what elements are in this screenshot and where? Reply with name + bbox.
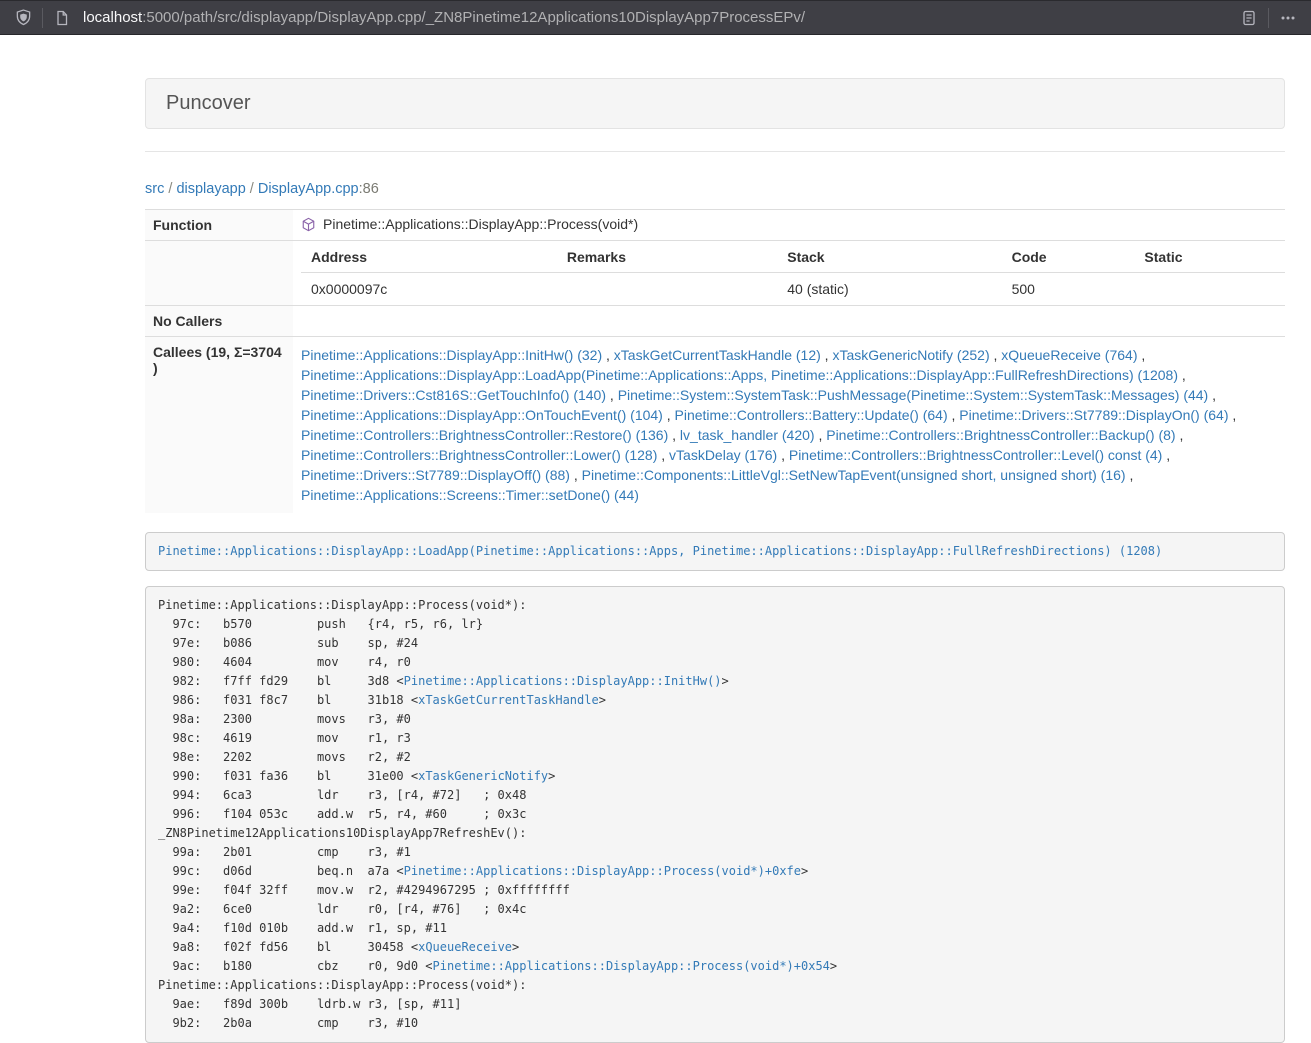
callee-link[interactable]: Pinetime::Applications::DisplayApp::OnTo… bbox=[301, 407, 663, 423]
column-header-stack: Stack bbox=[777, 241, 1001, 273]
callee-link[interactable]: xQueueReceive (764) bbox=[1001, 347, 1137, 363]
stack-value: 40 (static) bbox=[777, 273, 1001, 306]
function-detail-row: Address Remarks Stack Code Static 0x0000… bbox=[145, 241, 1285, 306]
breadcrumb-link[interactable]: src bbox=[145, 181, 164, 197]
assembly-symbol-link[interactable]: xQueueReceive bbox=[418, 940, 512, 954]
snippet-symbol-link[interactable]: Pinetime::Applications::DisplayApp::Load… bbox=[158, 544, 1162, 558]
callee-link[interactable]: Pinetime::Controllers::BrightnessControl… bbox=[789, 447, 1162, 463]
callee-link[interactable]: Pinetime::Drivers::St7789::DisplayOn() (… bbox=[959, 407, 1228, 423]
callee-link[interactable]: vTaskDelay (176) bbox=[669, 447, 777, 463]
assembly-symbol-link[interactable]: xTaskGenericNotify bbox=[418, 769, 548, 783]
breadcrumb-separator: / bbox=[246, 181, 258, 197]
table-row: 0x0000097c 40 (static) 500 bbox=[301, 273, 1285, 306]
column-header-code: Code bbox=[1002, 241, 1135, 273]
assembly-block: Pinetime::Applications::DisplayApp::Proc… bbox=[145, 586, 1285, 1043]
symbol-table: Function Pinetime::Applications::Display… bbox=[145, 209, 1285, 513]
column-header-remarks: Remarks bbox=[557, 241, 777, 273]
url-host: localhost bbox=[83, 9, 142, 26]
callee-separator: , bbox=[668, 427, 680, 443]
column-header-static: Static bbox=[1134, 241, 1285, 273]
tracking-protection-shield-icon[interactable] bbox=[10, 5, 36, 31]
callee-link[interactable]: Pinetime::Drivers::St7789::DisplayOff() … bbox=[301, 467, 570, 483]
function-name: Pinetime::Applications::DisplayApp::Proc… bbox=[323, 216, 638, 232]
page-content: Puncover src / displayapp / DisplayApp.c… bbox=[145, 35, 1285, 1043]
function-row: Function Pinetime::Applications::Display… bbox=[145, 210, 1285, 241]
assembly-symbol-link[interactable]: xTaskGetCurrentTaskHandle bbox=[418, 693, 599, 707]
cube-icon bbox=[301, 217, 316, 232]
callee-separator: , bbox=[821, 347, 833, 363]
toolbar-divider bbox=[1268, 8, 1269, 28]
source-line-snippet: Pinetime::Applications::DisplayApp::Load… bbox=[145, 532, 1285, 571]
callee-link[interactable]: Pinetime::System::SystemTask::PushMessag… bbox=[618, 387, 1209, 403]
callee-separator: , bbox=[606, 387, 618, 403]
page-info-icon[interactable] bbox=[49, 5, 75, 31]
breadcrumb-separator: / bbox=[164, 181, 176, 197]
breadcrumb: src / displayapp / DisplayApp.cpp:86 bbox=[145, 179, 1285, 199]
callee-link[interactable]: xTaskGetCurrentTaskHandle (12) bbox=[614, 347, 821, 363]
divider bbox=[145, 151, 1285, 152]
remarks-value bbox=[557, 273, 777, 306]
callee-link[interactable]: lv_task_handler (420) bbox=[680, 427, 815, 443]
callers-row: No Callers bbox=[145, 306, 1285, 337]
no-callers-label: No Callers bbox=[145, 306, 293, 337]
breadcrumb-link[interactable]: DisplayApp.cpp bbox=[258, 181, 359, 197]
callee-link[interactable]: Pinetime::Controllers::BrightnessControl… bbox=[301, 447, 657, 463]
address-table: Address Remarks Stack Code Static 0x0000… bbox=[301, 241, 1285, 305]
address-value: 0x0000097c bbox=[301, 273, 557, 306]
function-label: Function bbox=[145, 210, 293, 241]
empty-label bbox=[145, 241, 293, 306]
callee-separator: , bbox=[948, 407, 960, 423]
browser-toolbar: localhost:5000/path/src/displayapp/Displ… bbox=[0, 0, 1311, 35]
app-title-panel: Puncover bbox=[145, 78, 1285, 129]
callee-link[interactable]: Pinetime::Controllers::BrightnessControl… bbox=[301, 427, 668, 443]
static-value bbox=[1134, 273, 1285, 306]
callee-separator: , bbox=[663, 407, 675, 423]
callee-separator: , bbox=[1176, 427, 1184, 443]
callee-separator: , bbox=[602, 347, 614, 363]
breadcrumb-link[interactable]: displayapp bbox=[176, 181, 245, 197]
reader-view-icon[interactable] bbox=[1236, 5, 1262, 31]
callee-separator: , bbox=[1137, 347, 1145, 363]
callee-separator: , bbox=[1178, 367, 1186, 383]
breadcrumb-line-number: :86 bbox=[359, 181, 379, 197]
url-bar[interactable]: localhost:5000/path/src/displayapp/Displ… bbox=[83, 9, 1236, 26]
callee-separator: , bbox=[570, 467, 582, 483]
address-table-header: Address Remarks Stack Code Static bbox=[301, 241, 1285, 273]
more-menu-icon[interactable] bbox=[1275, 5, 1301, 31]
callees-label: Callees (19, Σ=3704 ) bbox=[145, 337, 293, 514]
callee-separator: , bbox=[815, 427, 827, 443]
assembly-symbol-link[interactable]: Pinetime::Applications::DisplayApp::Init… bbox=[404, 674, 722, 688]
callee-link[interactable]: Pinetime::Applications::DisplayApp::Init… bbox=[301, 347, 602, 363]
assembly-symbol-link[interactable]: Pinetime::Applications::DisplayApp::Proc… bbox=[433, 959, 830, 973]
callee-separator: , bbox=[990, 347, 1002, 363]
callee-separator: , bbox=[1208, 387, 1216, 403]
toolbar-divider bbox=[42, 8, 43, 28]
callee-separator: , bbox=[777, 447, 789, 463]
callee-link[interactable]: xTaskGenericNotify (252) bbox=[832, 347, 989, 363]
callee-link[interactable]: Pinetime::Applications::DisplayApp::Load… bbox=[301, 367, 1178, 383]
callee-link[interactable]: Pinetime::Controllers::BrightnessControl… bbox=[826, 427, 1175, 443]
callee-separator: , bbox=[1162, 447, 1170, 463]
function-name-line: Pinetime::Applications::DisplayApp::Proc… bbox=[301, 210, 1285, 238]
callee-link[interactable]: Pinetime::Drivers::Cst816S::GetTouchInfo… bbox=[301, 387, 606, 403]
callee-separator: , bbox=[657, 447, 669, 463]
column-header-address: Address bbox=[301, 241, 557, 273]
callee-separator: , bbox=[1126, 467, 1134, 483]
page-title: Puncover bbox=[166, 92, 251, 114]
callee-link[interactable]: Pinetime::Controllers::Battery::Update()… bbox=[675, 407, 948, 423]
callees-list: Pinetime::Applications::DisplayApp::Init… bbox=[293, 337, 1285, 514]
url-path: :5000/path/src/displayapp/DisplayApp.cpp… bbox=[142, 9, 805, 26]
assembly-symbol-link[interactable]: Pinetime::Applications::DisplayApp::Proc… bbox=[404, 864, 801, 878]
callees-row: Callees (19, Σ=3704 ) Pinetime::Applicat… bbox=[145, 337, 1285, 514]
callee-link[interactable]: Pinetime::Applications::Screens::Timer::… bbox=[301, 487, 639, 503]
code-value: 500 bbox=[1002, 273, 1135, 306]
callee-separator: , bbox=[1229, 407, 1237, 423]
callee-link[interactable]: Pinetime::Components::LittleVgl::SetNewT… bbox=[582, 467, 1126, 483]
